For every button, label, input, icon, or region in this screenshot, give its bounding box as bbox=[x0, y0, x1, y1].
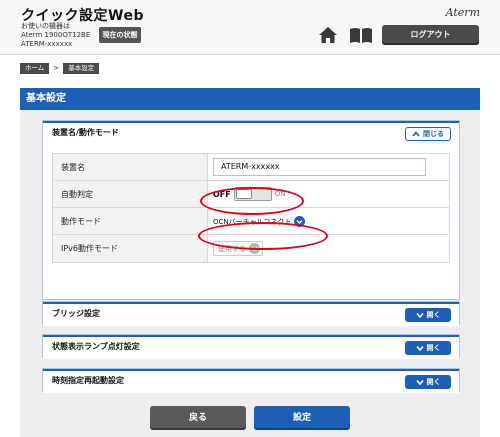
device-info-name: ATERM-xxxxxx bbox=[21, 40, 73, 48]
bridge-expand-button[interactable]: 開く bbox=[405, 308, 451, 322]
bridge-panel-title: ブリッジ設定 bbox=[52, 309, 100, 318]
ipv6-mode-select[interactable]: 使用する bbox=[213, 241, 263, 256]
operation-mode-row: 動作モード OCNバーチャルコネクト bbox=[53, 208, 449, 235]
reboot-panel-title: 時刻指定再起動設定 bbox=[52, 376, 124, 385]
device-settings-table: 装置名 ATERM-xxxxxx 自動判定 OFF ON 動作モード OCNバー… bbox=[52, 153, 450, 263]
device-info: お使いの機器は Aterm 1900OT12BE ATERM-xxxxxx bbox=[21, 22, 90, 49]
toggle-knob[interactable] bbox=[235, 189, 252, 199]
back-button[interactable]: 戻る bbox=[150, 406, 246, 430]
device-name-input[interactable]: ATERM-xxxxxx bbox=[213, 158, 426, 176]
expand-label: 開く bbox=[426, 311, 441, 319]
device-name-label: 装置名 bbox=[53, 154, 208, 180]
device-mode-panel-title: 装置名/動作モード bbox=[52, 128, 119, 137]
home-icon[interactable] bbox=[318, 26, 338, 44]
bridge-panel-header[interactable]: ブリッジ設定 開く bbox=[43, 302, 459, 326]
operation-mode-label: 動作モード bbox=[53, 208, 208, 234]
operation-mode-value: OCNバーチャルコネクト bbox=[213, 217, 292, 226]
auto-detect-label: 自動判定 bbox=[53, 181, 208, 207]
current-status-button[interactable]: 現在の状態 bbox=[99, 27, 141, 43]
expand-label: 開く bbox=[426, 378, 441, 386]
lamp-panel: 状態表示ランプ点灯設定 開く bbox=[42, 334, 460, 359]
device-mode-collapse-button[interactable]: 閉じる bbox=[405, 127, 451, 141]
reboot-panel: 時刻指定再起動設定 開く bbox=[42, 368, 460, 393]
breadcrumb: ホーム > 基本設定 bbox=[20, 62, 100, 74]
breadcrumb-home[interactable]: ホーム bbox=[20, 62, 50, 74]
ipv6-mode-value: 使用する bbox=[218, 244, 246, 253]
manual-book-icon[interactable] bbox=[349, 27, 373, 44]
reboot-panel-header[interactable]: 時刻指定再起動設定 開く bbox=[43, 369, 459, 393]
ipv6-mode-label: IPv6動作モード bbox=[53, 235, 208, 262]
chevron-down-icon bbox=[415, 312, 424, 319]
main-content: 装置名/動作モード 閉じる 装置名 ATERM-xxxxxx 自動判定 OFF bbox=[20, 110, 480, 437]
auto-detect-row: 自動判定 OFF ON bbox=[53, 181, 449, 208]
device-mode-panel-header: 装置名/動作モード 閉じる bbox=[43, 121, 459, 145]
bridge-panel: ブリッジ設定 開く bbox=[42, 301, 460, 326]
logout-button[interactable]: ログアウト bbox=[382, 25, 479, 45]
save-button[interactable]: 設定 bbox=[254, 406, 350, 430]
breadcrumb-current: 基本設定 bbox=[63, 62, 100, 74]
expand-label: 開く bbox=[426, 344, 441, 352]
reboot-expand-button[interactable]: 開く bbox=[405, 375, 451, 389]
chevron-down-icon bbox=[294, 216, 306, 227]
device-mode-panel: 装置名/動作モード 閉じる 装置名 ATERM-xxxxxx 自動判定 OFF bbox=[42, 120, 460, 300]
collapse-label: 閉じる bbox=[423, 130, 444, 138]
device-name-value-cell: ATERM-xxxxxx bbox=[208, 154, 449, 180]
device-info-line1: お使いの機器は bbox=[21, 22, 70, 30]
toggle-on-label: ON bbox=[274, 190, 286, 198]
auto-detect-value-cell: OFF ON bbox=[208, 181, 449, 207]
toggle-off-label: OFF bbox=[213, 189, 231, 199]
operation-mode-select[interactable]: OCNバーチャルコネクト bbox=[213, 214, 306, 229]
chevron-up-icon bbox=[412, 131, 420, 137]
auto-detect-toggle[interactable]: OFF ON bbox=[213, 186, 285, 202]
page-title: 基本設定 bbox=[20, 88, 480, 110]
toggle-track[interactable] bbox=[233, 187, 272, 201]
ipv6-mode-value-cell: 使用する bbox=[208, 235, 449, 262]
lamp-panel-header[interactable]: 状態表示ランプ点灯設定 開く bbox=[43, 335, 459, 359]
ipv6-mode-row: IPv6動作モード 使用する bbox=[53, 235, 449, 262]
lamp-expand-button[interactable]: 開く bbox=[405, 341, 451, 355]
device-info-model: Aterm 1900OT12BE bbox=[21, 31, 91, 39]
aterm-logo: Aterm bbox=[445, 6, 480, 19]
top-header: クイック設定Web お使いの機器は Aterm 1900OT12BE ATERM… bbox=[0, 0, 500, 55]
device-name-row: 装置名 ATERM-xxxxxx bbox=[53, 154, 449, 181]
chevron-down-icon bbox=[249, 243, 260, 254]
lamp-panel-title: 状態表示ランプ点灯設定 bbox=[52, 342, 140, 351]
chevron-down-icon bbox=[415, 379, 424, 386]
breadcrumb-separator: > bbox=[53, 64, 60, 72]
operation-mode-value-cell: OCNバーチャルコネクト bbox=[208, 208, 449, 234]
chevron-down-icon bbox=[415, 345, 424, 352]
